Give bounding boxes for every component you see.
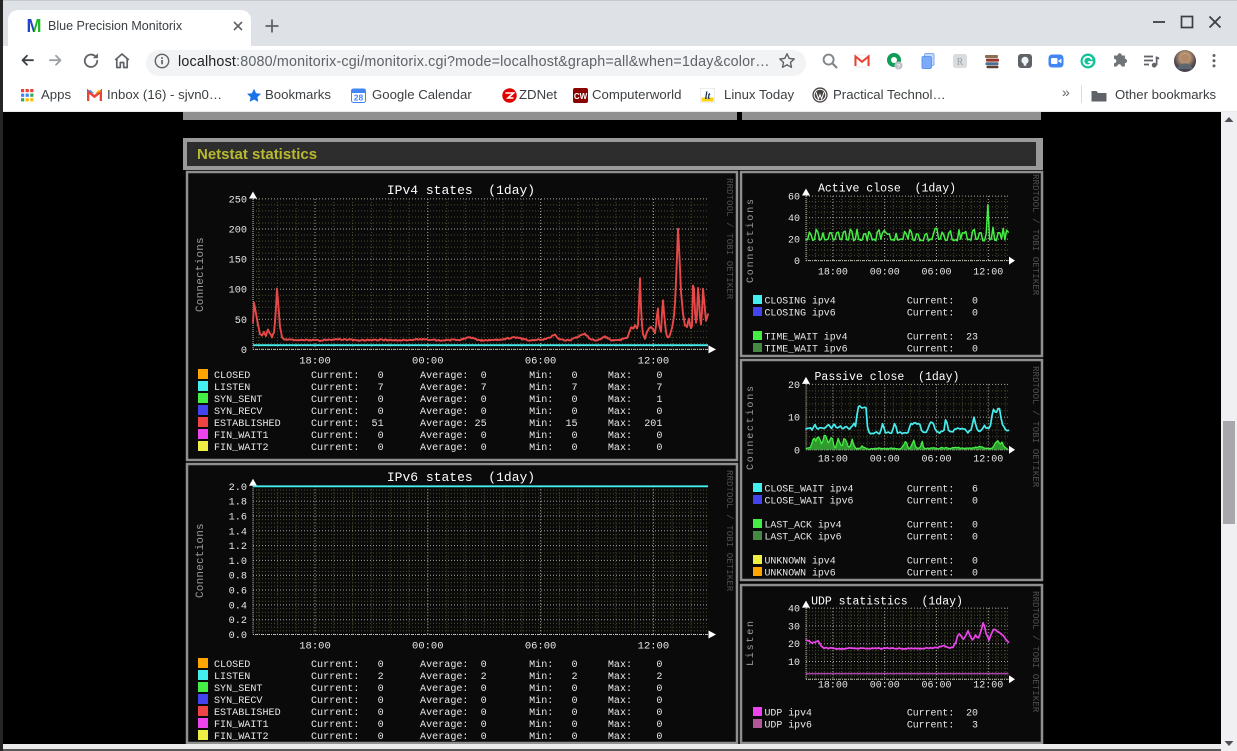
- svg-text:ESTABLISHED Current: 0: ESTABLISHED Current: 0 Average: 0 Min: 0…: [214, 707, 662, 719]
- svg-text:18:00: 18:00: [299, 356, 331, 368]
- svg-text:UNKNOWN ipv6 Curren: UNKNOWN ipv6 Current: 0: [765, 568, 979, 580]
- svg-text:28: 28: [354, 93, 364, 103]
- svg-text:250: 250: [229, 196, 247, 207]
- svg-text:CLOSED Current: 0: CLOSED Current: 0 Average: 0 Min: 0 Max:…: [214, 659, 662, 671]
- svg-text:06:00: 06:00: [525, 641, 557, 653]
- svg-text:1.6: 1.6: [229, 512, 247, 523]
- svg-text:LAST_ACK ipv6 Curren: LAST_ACK ipv6 Current: 0: [765, 532, 979, 544]
- svg-text:Listen: Listen: [745, 619, 757, 666]
- svg-text:1.8: 1.8: [229, 498, 247, 509]
- svg-text:RRDTOOL / TOBI OETIKER: RRDTOOL / TOBI OETIKER: [1030, 591, 1041, 713]
- svg-text:CLOSE_WAIT ipv4 Curren: CLOSE_WAIT ipv4 Current: 6: [765, 484, 979, 496]
- svg-text:LISTEN Current: 7: LISTEN Current: 7 Average: 7 Min: 7 Max:…: [214, 382, 662, 394]
- svg-text:CLOSING ipv6 Curren: CLOSING ipv6 Current: 0: [765, 308, 979, 320]
- svg-text:50: 50: [235, 316, 247, 327]
- svg-text:40: 40: [788, 605, 800, 616]
- svg-text:Connections: Connections: [195, 523, 207, 598]
- svg-text:CW: CW: [574, 92, 588, 101]
- svg-text:IPv4 states (1day): IPv4 states (1day): [387, 183, 535, 198]
- svg-text:FIN_WAIT1 Current: 0: FIN_WAIT1 Current: 0 Average: 0 Min: 0 M…: [214, 719, 662, 731]
- svg-text:60: 60: [788, 193, 800, 204]
- svg-text:RRDTOOL / TOBI OETIKER: RRDTOOL / TOBI OETIKER: [724, 178, 735, 300]
- svg-text:18:00: 18:00: [818, 268, 848, 279]
- svg-text:06:00: 06:00: [921, 268, 951, 279]
- svg-text:RRDTOOL / TOBI OETIKER: RRDTOOL / TOBI OETIKER: [1030, 366, 1041, 488]
- svg-text:200: 200: [229, 226, 247, 237]
- svg-text:00:00: 00:00: [412, 641, 444, 653]
- svg-text:00:00: 00:00: [870, 268, 900, 279]
- svg-text:UNKNOWN ipv4 Curren: UNKNOWN ipv4 Current: 0: [765, 556, 979, 568]
- svg-text:CLOSE_WAIT ipv6 Curren: CLOSE_WAIT ipv6 Current: 0: [765, 496, 979, 508]
- svg-text:1.2: 1.2: [229, 542, 247, 553]
- svg-text:TIME_WAIT ipv6 Curren: TIME_WAIT ipv6 Current: 0: [765, 344, 979, 356]
- svg-text:CLOSING ipv4 Curren: CLOSING ipv4 Current: 0: [765, 296, 979, 308]
- svg-text:100: 100: [229, 286, 247, 297]
- svg-text:06:00: 06:00: [525, 356, 557, 368]
- svg-text:18:00: 18:00: [818, 455, 848, 466]
- svg-text:LISTEN Current: 2: LISTEN Current: 2 Average: 2 Min: 2 Max:…: [214, 671, 662, 683]
- svg-text:30: 30: [788, 622, 800, 633]
- svg-text:SYN_SENT Current: 0: SYN_SENT Current: 0 Average: 0 Min: 0 Ma…: [214, 394, 662, 406]
- svg-text:?: ?: [897, 63, 901, 70]
- svg-text:IPv6 states (1day): IPv6 states (1day): [387, 470, 535, 485]
- svg-text:00:00: 00:00: [870, 681, 900, 692]
- svg-text:Connections: Connections: [745, 384, 757, 470]
- svg-text:RRDTOOL / TOBI OETIKER: RRDTOOL / TOBI OETIKER: [724, 470, 735, 592]
- svg-text:0: 0: [794, 446, 800, 457]
- svg-text:SYN_RECV Current: 0: SYN_RECV Current: 0 Average: 0 Min: 0 Ma…: [214, 695, 662, 707]
- svg-text:18:00: 18:00: [818, 681, 848, 692]
- svg-text:CLOSED Current: 0: CLOSED Current: 0 Average: 0 Min: 0 Max:…: [214, 370, 662, 382]
- svg-text:0.4: 0.4: [229, 601, 247, 612]
- svg-text:ESTABLISHED Current: 51: ESTABLISHED Current: 51 Average: 25 Min:…: [214, 418, 662, 430]
- svg-text:Passive close (1day): Passive close (1day): [815, 371, 960, 384]
- svg-text:10: 10: [788, 658, 800, 669]
- svg-text:Active close (1day): Active close (1day): [818, 183, 956, 196]
- svg-text:20: 20: [788, 236, 800, 247]
- svg-text:UDP ipv6 Curren: UDP ipv6 Current: 3: [765, 720, 979, 732]
- svg-text:TIME_WAIT ipv4 Curren: TIME_WAIT ipv4 Current: 23: [765, 332, 979, 344]
- svg-text:R: R: [957, 57, 964, 68]
- svg-text:1.0: 1.0: [229, 557, 247, 568]
- svg-text:LAST_ACK ipv4 Curren: LAST_ACK ipv4 Current: 0: [765, 520, 979, 532]
- svg-text:06:00: 06:00: [921, 455, 951, 466]
- svg-text:0.6: 0.6: [229, 587, 247, 598]
- svg-text:SYN_SENT Current: 0: SYN_SENT Current: 0 Average: 0 Min: 0 Ma…: [214, 683, 662, 695]
- svg-text:10: 10: [788, 414, 800, 425]
- svg-text:12:00: 12:00: [973, 681, 1003, 692]
- svg-text:00:00: 00:00: [412, 356, 444, 368]
- svg-text:FIN_WAIT1 Current: 0: FIN_WAIT1 Current: 0 Average: 0 Min: 0 M…: [214, 430, 662, 442]
- svg-text:Connections: Connections: [745, 197, 757, 283]
- svg-text:12:00: 12:00: [973, 268, 1003, 279]
- svg-text:1.4: 1.4: [229, 527, 247, 538]
- svg-text:0.8: 0.8: [229, 572, 247, 583]
- svg-text:0.0: 0.0: [229, 631, 247, 642]
- svg-text:18:00: 18:00: [299, 641, 331, 653]
- svg-text:Netstat statistics: Netstat statistics: [197, 146, 317, 163]
- svg-text:20: 20: [788, 381, 800, 392]
- svg-text:FIN_WAIT2 Current: 0: FIN_WAIT2 Current: 0 Average: 0 Min: 0 M…: [214, 731, 662, 743]
- svg-text:40: 40: [788, 214, 800, 225]
- svg-text:2.0: 2.0: [229, 483, 247, 494]
- svg-text:FIN_WAIT2 Current: 0: FIN_WAIT2 Current: 0 Average: 0 Min: 0 M…: [214, 442, 662, 454]
- svg-text:Connections: Connections: [195, 237, 207, 312]
- svg-text:12:00: 12:00: [973, 455, 1003, 466]
- svg-text:0: 0: [241, 346, 247, 357]
- svg-text:UDP ipv4 Curren: UDP ipv4 Current: 20: [765, 708, 979, 720]
- svg-text:RRDTOOL / TOBI OETIKER: RRDTOOL / TOBI OETIKER: [1030, 174, 1041, 296]
- svg-text:06:00: 06:00: [921, 681, 951, 692]
- svg-text:0: 0: [794, 257, 800, 268]
- svg-text:150: 150: [229, 256, 247, 267]
- svg-text:12:00: 12:00: [638, 356, 670, 368]
- svg-text:20: 20: [788, 640, 800, 651]
- svg-text:M: M: [27, 17, 42, 35]
- svg-text:00:00: 00:00: [870, 455, 900, 466]
- svg-text:0.2: 0.2: [229, 616, 247, 627]
- svg-text:UDP statistics (1day): UDP statistics (1day): [811, 596, 963, 609]
- svg-text:SYN_RECV Current: 0: SYN_RECV Current: 0 Average: 0 Min: 0 Ma…: [214, 406, 662, 418]
- svg-text:12:00: 12:00: [638, 641, 670, 653]
